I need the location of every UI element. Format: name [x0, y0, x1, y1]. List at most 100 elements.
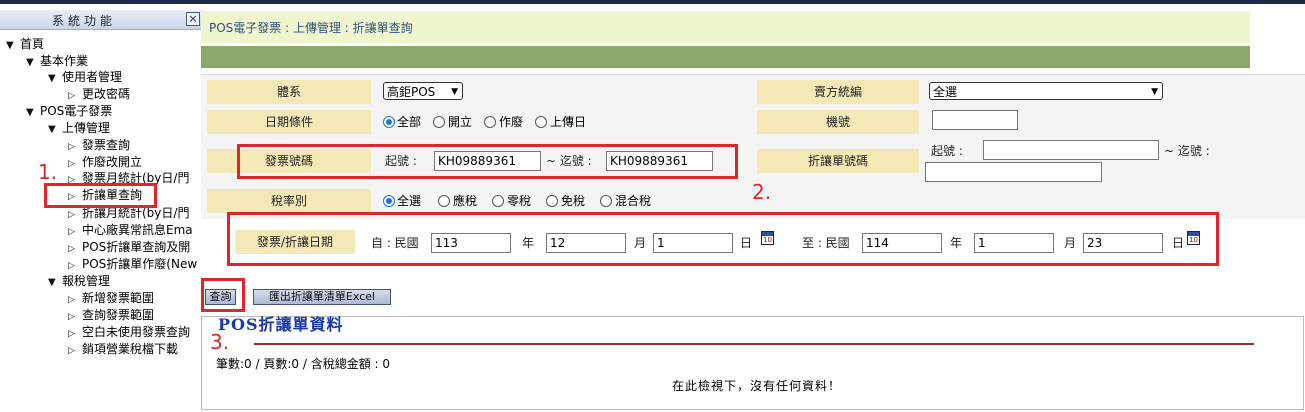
tree-label: 空白未使用發票查詢 [82, 325, 191, 339]
result-panel: POS折讓單資料 筆數:0 / 頁數:0 / 含稅總金額 : 0 在此檢視下，沒… [201, 315, 1304, 410]
highlight-box-date-range [227, 212, 1219, 266]
date-condition-label: 日期條件 [207, 110, 371, 134]
seller-id-label: 賣方統編 [757, 80, 919, 104]
tree-item-pos-allowance-void[interactable]: POS折讓單作廢(New [68, 256, 197, 272]
radio-date-voided-label: 作廢 [499, 115, 524, 129]
leaf-arrow-icon [68, 343, 82, 359]
expand-arrow-icon [48, 122, 62, 138]
allowance-start-input[interactable] [983, 140, 1159, 160]
tree-label: 使用者管理 [62, 70, 123, 84]
tree-item-query-range[interactable]: 查詢發票範圍 [68, 307, 154, 323]
seller-select-value: 全選 [933, 85, 958, 99]
leaf-arrow-icon [68, 309, 82, 325]
tree-label: 基本作業 [40, 54, 89, 68]
tree-item-tax-mgmt[interactable]: 報稅管理 [48, 273, 110, 289]
system-select-value: 高鉅POS [387, 85, 436, 99]
allowance-end-label: ~ 迄號 : [1164, 144, 1210, 158]
header-divider-bar [201, 46, 1250, 68]
radio-tax-mixed[interactable] [600, 195, 612, 207]
close-icon[interactable]: × [186, 12, 200, 26]
leaf-arrow-icon [68, 139, 82, 155]
tree-item-add-range[interactable]: 新增發票範圍 [68, 290, 154, 306]
sidebar-header: 系統功能 × [0, 10, 203, 30]
tree-item-change-password[interactable]: 更改密碼 [68, 86, 130, 102]
leaf-arrow-icon [68, 224, 82, 240]
tree-label: 更改密碼 [82, 87, 131, 101]
tree-item-tax-download[interactable]: 銷項營業稅檔下載 [68, 341, 178, 357]
tree-label: 銷項營業稅檔下載 [82, 342, 179, 356]
tree-item-blank-invoice[interactable]: 空白未使用發票查詢 [68, 324, 190, 340]
radio-tax-zero-label: 零稅 [507, 194, 532, 208]
breadcrumb: POS電子發票 : 上傳管理 : 折讓單查詢 [209, 21, 413, 35]
radio-date-uploaded[interactable] [535, 116, 547, 128]
leaf-arrow-icon [68, 292, 82, 308]
radio-date-all[interactable] [383, 116, 395, 128]
machine-no-label: 機號 [757, 110, 919, 134]
radio-date-voided[interactable] [484, 116, 496, 128]
system-select[interactable]: 高鉅POS ▼ [383, 82, 463, 100]
radio-tax-zero[interactable] [492, 195, 504, 207]
leaf-arrow-icon [68, 241, 82, 257]
result-stats: 筆數:0 / 頁數:0 / 含稅總金額 : 0 [216, 357, 391, 371]
tree-label: POS電子發票 [40, 104, 113, 118]
tree-item-user-mgmt[interactable]: 使用者管理 [48, 69, 122, 85]
tree-label: 查詢發票範圍 [82, 308, 155, 322]
sidebar: 系統功能 × 首頁 基本作業 使用者管理 更改密碼 POS電子發票 上傳管理 發… [0, 4, 203, 412]
seller-id-select[interactable]: 全選 ▼ [929, 82, 1163, 100]
result-title-divider [254, 343, 1254, 345]
radio-tax-all[interactable] [383, 195, 395, 207]
radio-tax-exempt[interactable] [546, 195, 558, 207]
tree-item-invoice-query[interactable]: 發票查詢 [68, 137, 130, 153]
tree-item-home[interactable]: 首頁 [6, 36, 44, 52]
expand-arrow-icon [26, 55, 40, 71]
system-label: 體系 [207, 80, 371, 104]
leaf-arrow-icon [68, 207, 82, 223]
tree-label: 發票查詢 [82, 138, 131, 152]
leaf-arrow-icon [68, 326, 82, 342]
radio-tax-mixed-label: 混合稅 [615, 194, 652, 208]
radio-date-all-label: 全部 [397, 115, 422, 129]
tree-label: 上傳管理 [62, 121, 111, 135]
step-2-label: 2. [752, 180, 772, 204]
result-title: POS折讓單資料 [218, 315, 344, 334]
tree-item-center-alert[interactable]: 中心廠異常訊息Ema [68, 222, 193, 238]
empty-message: 在此檢視下，沒有任何資料！ [672, 379, 842, 393]
expand-arrow-icon [26, 105, 40, 121]
allowance-end-input[interactable] [925, 162, 1102, 182]
radio-tax-exempt-label: 免稅 [561, 194, 586, 208]
tree-item-pos-einvoice[interactable]: POS電子發票 [26, 103, 112, 119]
tree-label: 作廢改開立 [82, 155, 143, 169]
radio-tax-taxable[interactable] [438, 195, 450, 207]
radio-date-issued-label: 開立 [448, 115, 473, 129]
tree-item-pos-allowance-open[interactable]: POS折讓單查詢及開 [68, 239, 190, 255]
tree-item-basic[interactable]: 基本作業 [26, 53, 88, 69]
tree-label: 報稅管理 [62, 274, 111, 288]
tree-item-upload-mgmt[interactable]: 上傳管理 [48, 120, 110, 136]
highlight-box-invoice-no [237, 144, 738, 179]
sidebar-title: 系統功能 [52, 14, 117, 28]
highlight-box-menu [44, 183, 157, 208]
expand-arrow-icon [48, 275, 62, 291]
tree-label: 首頁 [20, 37, 45, 51]
radio-tax-all-label: 全選 [397, 194, 422, 208]
header-band: POS電子發票 : 上傳管理 : 折讓單查詢 [201, 11, 1250, 43]
radio-date-issued[interactable] [433, 116, 445, 128]
allowance-start-label: 起號 : [931, 144, 963, 158]
expand-arrow-icon [6, 38, 20, 54]
step-3-label: 3. [210, 330, 230, 354]
tree-label: POS折讓單查詢及開 [82, 240, 191, 254]
expand-arrow-icon [48, 71, 62, 87]
chevron-down-icon: ▼ [1151, 87, 1158, 97]
radio-date-uploaded-label: 上傳日 [550, 115, 587, 129]
radio-tax-taxable-label: 應稅 [453, 194, 478, 208]
highlight-box-query [201, 278, 245, 312]
tree-label: 中心廠異常訊息Ema [82, 223, 193, 237]
machine-no-input[interactable] [932, 110, 1018, 130]
tree-label: POS折讓單作廢(New [82, 257, 198, 271]
chevron-down-icon: ▼ [451, 87, 458, 97]
export-excel-button[interactable]: 匯出折讓單清單Excel [253, 289, 391, 305]
allowance-no-label: 折讓單號碼 [757, 149, 919, 173]
leaf-arrow-icon [68, 88, 82, 104]
tax-type-label: 稅率別 [207, 189, 371, 213]
tree-item-void-reissue[interactable]: 作廢改開立 [68, 154, 142, 170]
